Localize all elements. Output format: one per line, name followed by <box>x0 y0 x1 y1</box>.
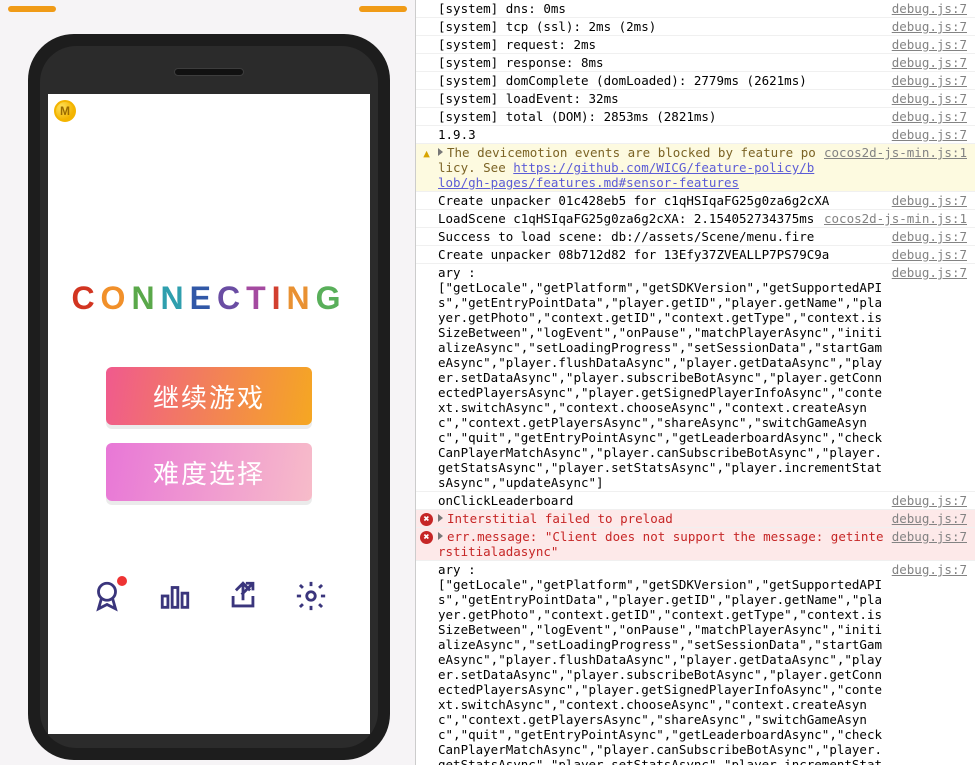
console-message: ary : ["getLocale","getPlatform","getSDK… <box>438 265 884 490</box>
disclosure-caret-icon[interactable] <box>438 514 443 522</box>
title-letter: T <box>246 280 272 317</box>
console-row[interactable]: ary : ["getLocale","getPlatform","getSDK… <box>416 561 975 765</box>
console-row[interactable]: [system] request: 2ms debug.js:7 <box>416 36 975 54</box>
console-message: ary : ["getLocale","getPlatform","getSDK… <box>438 562 884 765</box>
console-row[interactable]: LoadScene c1qHSIqaFG25g0za6g2cXA: 2.1540… <box>416 210 975 228</box>
console-source-link[interactable]: debug.js:7 <box>892 109 967 124</box>
console-source-link[interactable]: debug.js:7 <box>892 1 967 16</box>
disclosure-caret-icon[interactable] <box>438 148 443 156</box>
console-source-link[interactable]: debug.js:7 <box>892 55 967 70</box>
phone-speaker <box>174 68 244 76</box>
progress-bars <box>0 0 415 16</box>
console-source-link[interactable]: debug.js:7 <box>892 37 967 52</box>
title-letter: C <box>71 280 100 317</box>
settings-icon[interactable] <box>294 579 328 613</box>
disclosure-caret-icon[interactable] <box>438 532 443 540</box>
title-letter: N <box>161 280 190 317</box>
console-message: [system] request: 2ms <box>438 37 884 52</box>
console-message: err.message: "Client does not support th… <box>438 529 884 559</box>
console-row[interactable]: [system] response: 8ms debug.js:7 <box>416 54 975 72</box>
console-message: LoadScene c1qHSIqaFG25g0za6g2cXA: 2.1540… <box>438 211 816 226</box>
game-title: CONNECTING <box>48 280 370 317</box>
devtools-console[interactable]: [system] dns: 0msdebug.js:7[system] tcp … <box>415 0 975 765</box>
title-letter: C <box>217 280 246 317</box>
console-row[interactable]: Create unpacker 01c428eb5 for c1qHSIqaFG… <box>416 192 975 210</box>
console-message: Create unpacker 01c428eb5 for c1qHSIqaFG… <box>438 193 884 208</box>
icon-row <box>48 579 370 613</box>
difficulty-select-button[interactable]: 难度选择 <box>106 443 312 501</box>
title-letter: G <box>316 280 347 317</box>
console-message: [system] total (DOM): 2853ms (2821ms) <box>438 109 884 124</box>
console-row[interactable]: err.message: "Client does not support th… <box>416 528 975 561</box>
console-source-link[interactable]: cocos2d-js-min.js:1 <box>824 211 967 226</box>
console-message: [system] dns: 0ms <box>438 1 884 16</box>
badge-icon[interactable] <box>90 579 124 613</box>
console-source-link[interactable]: debug.js:7 <box>892 265 967 280</box>
console-source-link[interactable]: debug.js:7 <box>892 229 967 244</box>
console-message: Success to load scene: db://assets/Scene… <box>438 229 884 244</box>
console-source-link[interactable]: debug.js:7 <box>892 127 967 142</box>
console-message: [system] domComplete (domLoaded): 2779ms… <box>438 73 884 88</box>
title-letter: N <box>287 280 316 317</box>
coin-count: 70 <box>74 102 112 120</box>
phone-frame: M 70 CONNECTING 继续游戏 难度选择 <box>28 34 390 760</box>
console-row[interactable]: The devicemotion events are blocked by f… <box>416 144 975 192</box>
console-source-link[interactable]: debug.js:7 <box>892 529 967 544</box>
console-row[interactable]: ary : ["getLocale","getPlatform","getSDK… <box>416 264 975 492</box>
console-message: 1.9.3 <box>438 127 884 142</box>
console-source-link[interactable]: debug.js:7 <box>892 193 967 208</box>
console-row[interactable]: onClickLeaderboard debug.js:7 <box>416 492 975 510</box>
console-message: The devicemotion events are blocked by f… <box>438 145 816 190</box>
console-source-link[interactable]: debug.js:7 <box>892 19 967 34</box>
console-message: onClickLeaderboard <box>438 493 884 508</box>
menu-buttons: 继续游戏 难度选择 <box>48 367 370 501</box>
notification-dot <box>117 576 127 586</box>
continue-game-button[interactable]: 继续游戏 <box>106 367 312 425</box>
leaderboard-icon[interactable] <box>158 579 192 613</box>
simulator-pane: M 70 CONNECTING 继续游戏 难度选择 <box>0 0 415 765</box>
console-source-link[interactable]: debug.js:7 <box>892 511 967 526</box>
console-source-link[interactable]: debug.js:7 <box>892 247 967 262</box>
share-icon[interactable] <box>226 579 260 613</box>
progress-bar-right <box>359 6 407 12</box>
console-message: [system] tcp (ssl): 2ms (2ms) <box>438 19 884 34</box>
console-message: Create unpacker 08b712d82 for 13Efy37ZVE… <box>438 247 884 262</box>
game-screen[interactable]: M 70 CONNECTING 继续游戏 难度选择 <box>48 94 370 734</box>
coin-icon: M <box>54 100 76 122</box>
console-source-link[interactable]: debug.js:7 <box>892 562 967 577</box>
title-letter: I <box>272 280 287 317</box>
title-letter: E <box>190 280 217 317</box>
console-row[interactable]: [system] dns: 0ms debug.js:7 <box>416 0 975 18</box>
console-row[interactable]: 1.9.3 debug.js:7 <box>416 126 975 144</box>
console-message: [system] loadEvent: 32ms <box>438 91 884 106</box>
title-letter: N <box>131 280 160 317</box>
title-letter: O <box>101 280 132 317</box>
console-link[interactable]: https://github.com/WICG/feature-policy/b… <box>438 160 814 190</box>
coin-hud: M 70 <box>54 100 112 122</box>
progress-bar-left <box>8 6 56 12</box>
console-source-link[interactable]: cocos2d-js-min.js:1 <box>824 145 967 160</box>
console-row[interactable]: Success to load scene: db://assets/Scene… <box>416 228 975 246</box>
console-source-link[interactable]: debug.js:7 <box>892 493 967 508</box>
console-row[interactable]: Interstitial failed to preload debug.js:7 <box>416 510 975 528</box>
console-row[interactable]: [system] domComplete (domLoaded): 2779ms… <box>416 72 975 90</box>
console-row[interactable]: [system] tcp (ssl): 2ms (2ms) debug.js:7 <box>416 18 975 36</box>
console-message: Interstitial failed to preload <box>438 511 884 526</box>
console-row[interactable]: [system] total (DOM): 2853ms (2821ms) deb… <box>416 108 975 126</box>
console-source-link[interactable]: debug.js:7 <box>892 73 967 88</box>
console-message: [system] response: 8ms <box>438 55 884 70</box>
console-row[interactable]: Create unpacker 08b712d82 for 13Efy37ZVE… <box>416 246 975 264</box>
console-source-link[interactable]: debug.js:7 <box>892 91 967 106</box>
phone-bezel: M 70 CONNECTING 继续游戏 难度选择 <box>40 46 378 748</box>
console-row[interactable]: [system] loadEvent: 32ms debug.js:7 <box>416 90 975 108</box>
